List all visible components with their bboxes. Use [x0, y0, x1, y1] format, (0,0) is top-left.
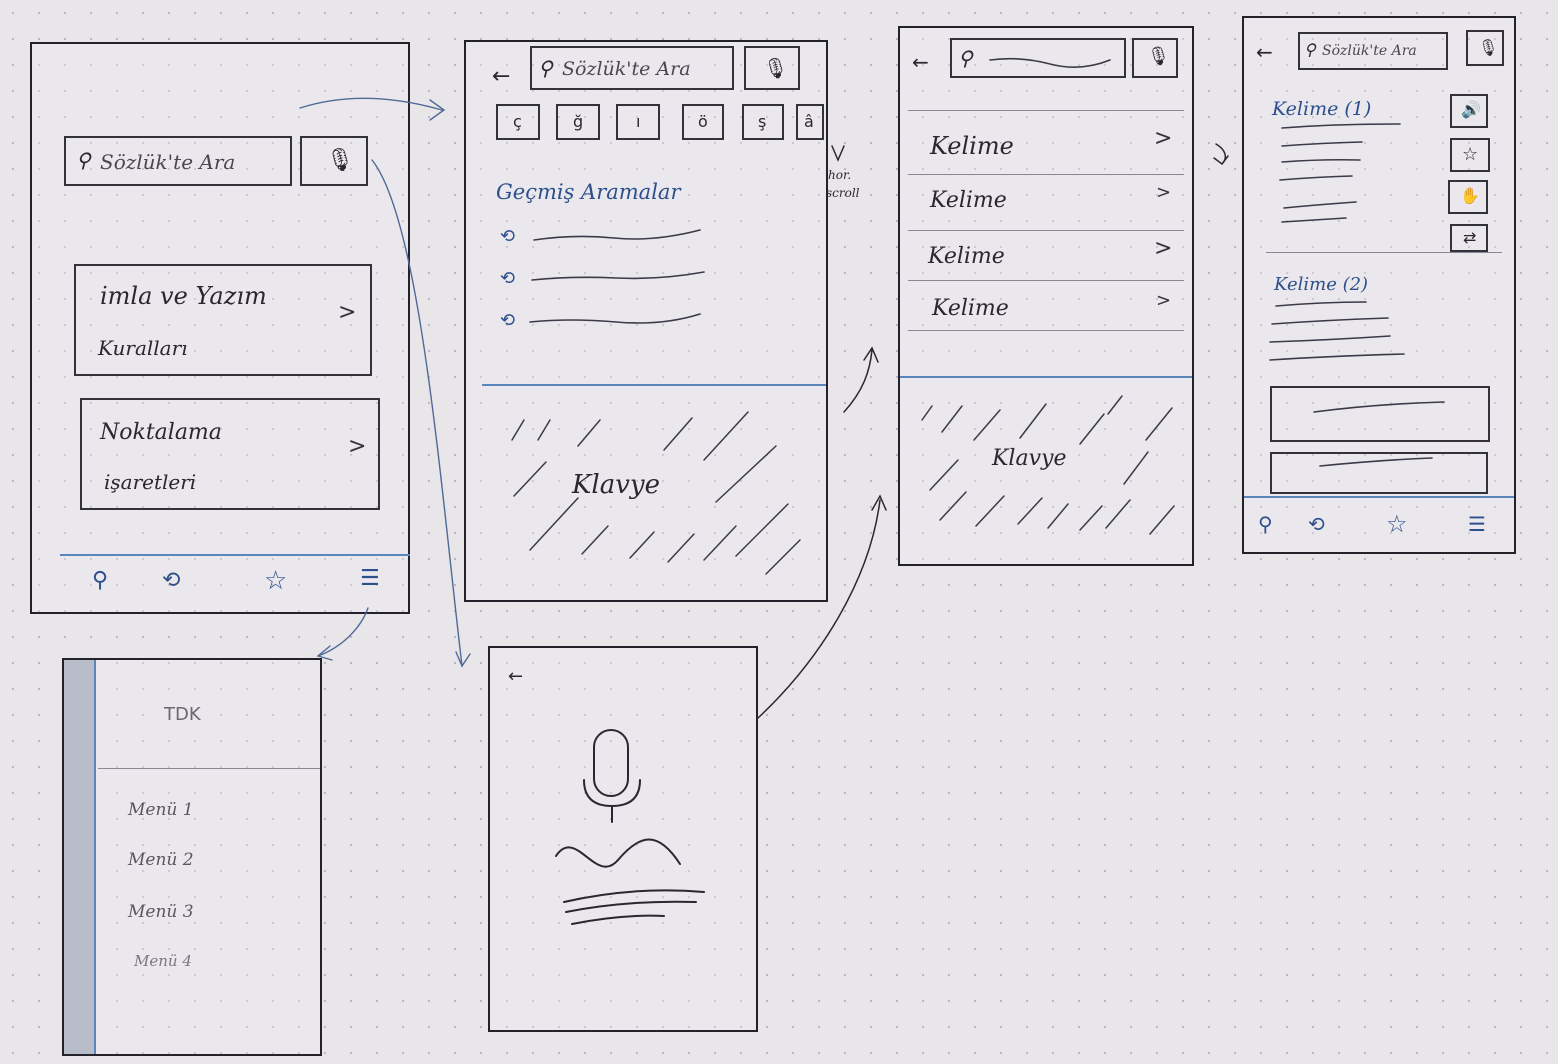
- history-entry-line: [533, 229, 701, 241]
- history-entry-line: [531, 271, 705, 281]
- flow-arrow: [371, 159, 463, 667]
- flow-arrow: [843, 349, 873, 413]
- flow-arrow: [317, 607, 369, 657]
- voice-wave: [555, 838, 681, 868]
- flow-arrow: [299, 97, 443, 111]
- flow-arrow: [757, 499, 881, 719]
- sketch-overlay: [299, 57, 1445, 925]
- history-entry-line: [529, 313, 701, 324]
- mic-icon: [593, 729, 629, 797]
